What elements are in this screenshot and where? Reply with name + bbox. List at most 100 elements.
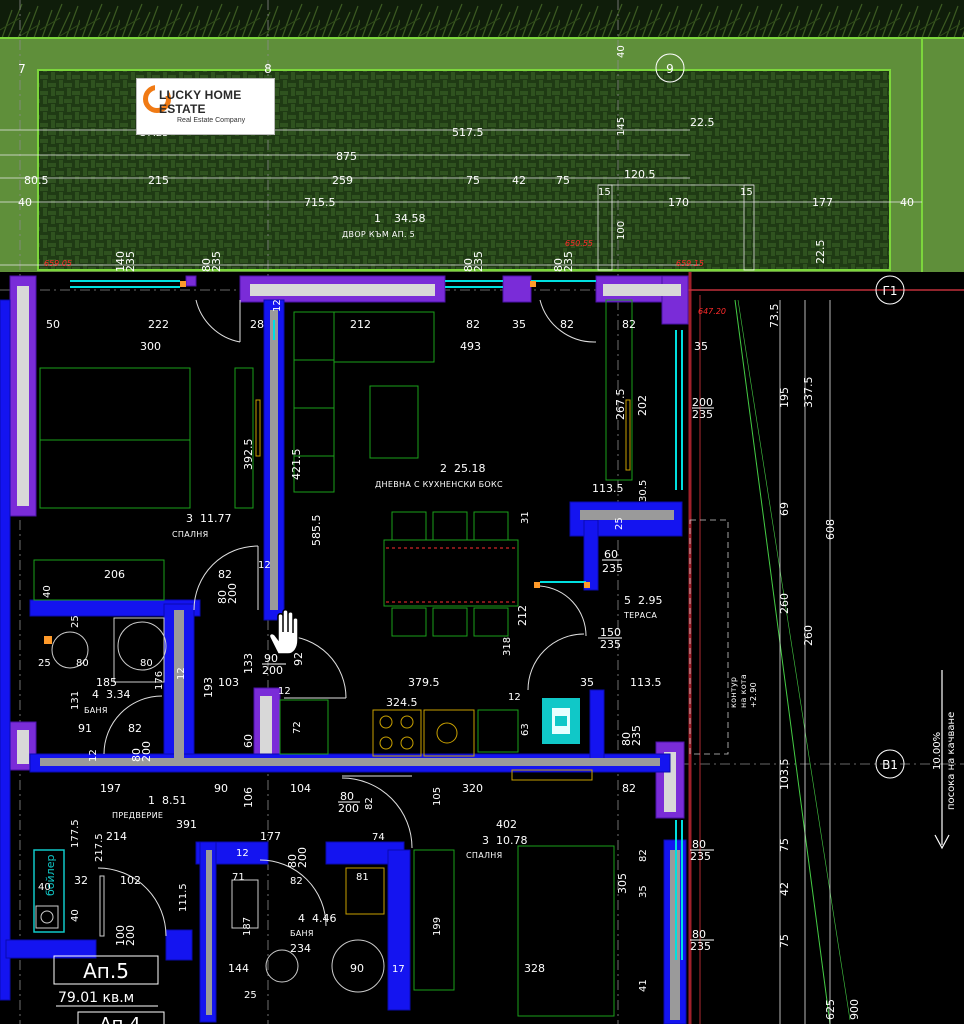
svg-text:28: 28 bbox=[250, 318, 264, 331]
floor-plan: Г1 В1 9 8 7 647.20 650.55 659.05 659.15 … bbox=[0, 0, 964, 1024]
svg-text:200: 200 bbox=[140, 741, 153, 762]
svg-text:113.5: 113.5 bbox=[592, 482, 624, 495]
svg-text:82: 82 bbox=[466, 318, 480, 331]
svg-text:187: 187 bbox=[242, 917, 253, 936]
svg-text:3: 3 bbox=[482, 834, 489, 847]
svg-text:625: 625 bbox=[824, 999, 837, 1020]
svg-text:12: 12 bbox=[236, 848, 249, 859]
svg-text:235: 235 bbox=[690, 850, 711, 863]
svg-text:БАНЯ: БАНЯ bbox=[84, 706, 108, 715]
svg-text:75: 75 bbox=[466, 174, 480, 187]
svg-text:72: 72 bbox=[292, 721, 303, 734]
svg-text:5: 5 bbox=[624, 594, 631, 607]
level-mark: 650.55 bbox=[565, 239, 593, 248]
svg-text:15: 15 bbox=[740, 187, 753, 198]
svg-text:715.5: 715.5 bbox=[304, 196, 336, 209]
svg-text:106: 106 bbox=[242, 787, 255, 808]
svg-text:25: 25 bbox=[244, 990, 257, 1001]
svg-text:12: 12 bbox=[258, 560, 271, 571]
svg-text:40: 40 bbox=[42, 585, 53, 598]
svg-text:35: 35 bbox=[694, 340, 708, 353]
svg-text:82: 82 bbox=[364, 797, 375, 810]
axis-label-g1: Г1 bbox=[883, 284, 898, 298]
svg-text:4: 4 bbox=[92, 688, 99, 701]
svg-text:200: 200 bbox=[296, 847, 309, 868]
svg-text:421.5: 421.5 bbox=[290, 449, 303, 481]
svg-text:608: 608 bbox=[824, 519, 837, 540]
svg-text:25.18: 25.18 bbox=[454, 462, 486, 475]
svg-text:ДНЕВНА С КУХНЕНСКИ БОКС: ДНЕВНА С КУХНЕНСКИ БОКС bbox=[375, 480, 503, 489]
svg-text:133: 133 bbox=[242, 653, 255, 674]
svg-text:1: 1 bbox=[148, 794, 155, 807]
svg-text:222: 222 bbox=[148, 318, 169, 331]
axis-label-8: 8 bbox=[264, 62, 272, 76]
axis-label-7: 7 bbox=[18, 62, 26, 76]
svg-text:80: 80 bbox=[140, 658, 153, 669]
svg-text:79.01 кв.м: 79.01 кв.м bbox=[58, 990, 134, 1006]
svg-text:402: 402 bbox=[496, 818, 517, 831]
svg-text:40: 40 bbox=[70, 909, 81, 922]
svg-text:12: 12 bbox=[88, 749, 99, 762]
svg-text:60: 60 bbox=[242, 734, 255, 748]
svg-text:40: 40 bbox=[900, 196, 914, 209]
svg-text:8.51: 8.51 bbox=[162, 794, 187, 807]
svg-text:111.5: 111.5 bbox=[178, 883, 189, 912]
svg-text:195: 195 bbox=[778, 387, 791, 408]
hand-cursor-icon bbox=[268, 609, 299, 655]
svg-text:ДВОР КЪМ АП. 5: ДВОР КЪМ АП. 5 bbox=[342, 230, 415, 239]
svg-text:170: 170 bbox=[668, 196, 689, 209]
svg-text:104: 104 bbox=[290, 782, 311, 795]
svg-text:324.5: 324.5 bbox=[386, 696, 418, 709]
svg-text:320: 320 bbox=[462, 782, 483, 795]
svg-text:217.5: 217.5 bbox=[94, 833, 105, 862]
svg-text:ТЕРАСА: ТЕРАСА bbox=[623, 611, 657, 620]
svg-text:25: 25 bbox=[614, 517, 625, 530]
svg-text:СПАЛНЯ: СПАЛНЯ bbox=[466, 851, 502, 860]
svg-text:10.00%: 10.00% bbox=[932, 732, 943, 770]
svg-text:391: 391 bbox=[176, 818, 197, 831]
svg-text:517.5: 517.5 bbox=[452, 126, 484, 139]
svg-text:контур: контур bbox=[729, 677, 738, 708]
svg-text:206: 206 bbox=[104, 568, 125, 581]
svg-text:2: 2 bbox=[440, 462, 447, 475]
svg-text:493: 493 bbox=[460, 340, 481, 353]
svg-text:260: 260 bbox=[802, 625, 815, 646]
logo-tagline: Real Estate Company bbox=[177, 117, 246, 124]
svg-text:235: 235 bbox=[562, 251, 575, 272]
svg-text:120.5: 120.5 bbox=[624, 168, 656, 181]
svg-text:177.5: 177.5 bbox=[70, 819, 81, 848]
svg-text:69: 69 bbox=[778, 502, 791, 516]
svg-text:75: 75 bbox=[778, 934, 791, 948]
svg-text:177: 177 bbox=[260, 830, 281, 843]
svg-text:379.5: 379.5 bbox=[408, 676, 440, 689]
svg-text:40: 40 bbox=[18, 196, 32, 209]
svg-text:12: 12 bbox=[176, 667, 187, 680]
svg-text:305: 305 bbox=[616, 873, 629, 894]
svg-text:71: 71 bbox=[232, 872, 245, 883]
svg-text:91: 91 bbox=[78, 722, 92, 735]
svg-text:42: 42 bbox=[778, 882, 791, 896]
svg-text:74: 74 bbox=[372, 832, 385, 843]
svg-text:40: 40 bbox=[616, 45, 627, 58]
svg-text:113.5: 113.5 bbox=[630, 676, 662, 689]
svg-text:102: 102 bbox=[120, 874, 141, 887]
svg-text:СПАЛНЯ: СПАЛНЯ bbox=[172, 530, 208, 539]
svg-text:200: 200 bbox=[338, 802, 359, 815]
svg-text:199: 199 bbox=[432, 917, 443, 936]
svg-text:12: 12 bbox=[508, 692, 521, 703]
level-mark: 659.05 bbox=[44, 259, 72, 268]
svg-text:200: 200 bbox=[226, 583, 239, 604]
svg-text:177: 177 bbox=[812, 196, 833, 209]
svg-text:75: 75 bbox=[778, 838, 791, 852]
svg-text:100: 100 bbox=[616, 221, 627, 240]
svg-text:25: 25 bbox=[70, 615, 81, 628]
svg-text:131: 131 bbox=[70, 691, 81, 710]
svg-text:25: 25 bbox=[38, 658, 51, 669]
svg-text:82: 82 bbox=[622, 782, 636, 795]
svg-text:посока на качване: посока на качване bbox=[946, 712, 957, 810]
svg-text:337.5: 337.5 bbox=[802, 377, 815, 409]
svg-text:235: 235 bbox=[210, 251, 223, 272]
axis-label-v1: В1 bbox=[882, 758, 898, 772]
svg-text:42: 42 bbox=[512, 174, 526, 187]
level-mark: 647.20 bbox=[698, 307, 726, 316]
